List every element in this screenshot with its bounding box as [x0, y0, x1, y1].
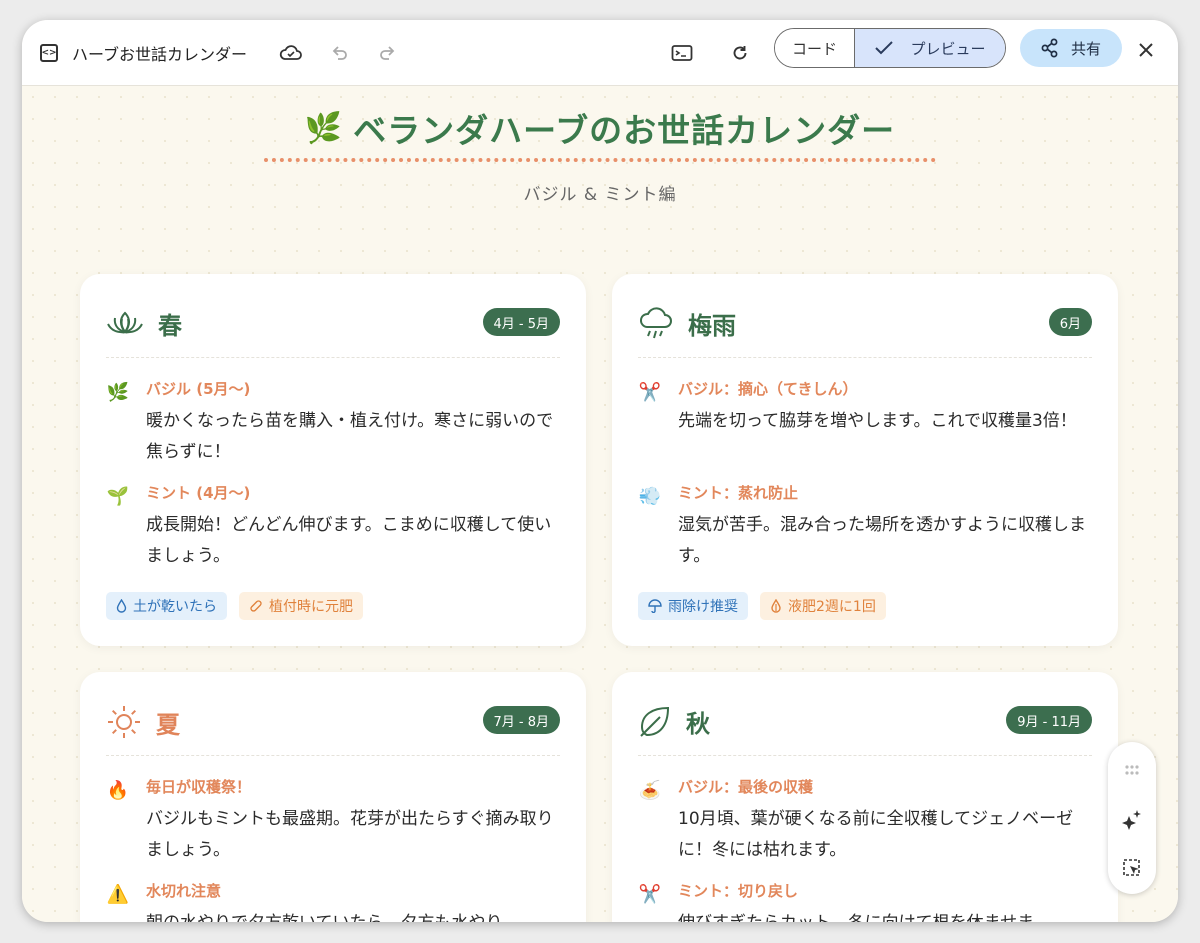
care-item: 🌿 バジル (5月〜) 暖かくなったら苗を購入・植え付け。寒さに弱いので焦らずに… — [106, 378, 560, 468]
care-item-text: 朝の水やりで夕方乾いていたら、夕方も水やり — [146, 908, 560, 922]
pasta-icon: 🍝 — [638, 780, 662, 801]
care-item: ✂️ バジル：摘心（てきしん） 先端を切って脇芽を増やします。これで収穫量3倍！ — [638, 378, 1092, 437]
wind-icon: 💨 — [638, 486, 662, 507]
period-badge: 6月 — [1048, 308, 1092, 336]
app-window: <> ハーブお世話カレンダー コード プレビュー 共有 🌿 ベランダハーブのお世… — [22, 20, 1178, 922]
umbrella-icon — [648, 599, 662, 613]
code-tab[interactable]: コード — [775, 29, 855, 67]
scissors-icon: ✂️ — [638, 382, 662, 403]
preview-area: 🌿 ベランダハーブのお世話カレンダー バジル & ミント編 春 4月 - 5月 … — [22, 86, 1178, 922]
card-header: 春 4月 - 5月 — [106, 274, 560, 358]
code-tab-label: コード — [791, 39, 837, 58]
tag: 液肥2週に1回 — [760, 592, 886, 620]
tag-list: 土が乾いたら 植付時に元肥 — [106, 592, 363, 620]
care-item-text: 湿気が苦手。混み合った場所を透かすように収穫します。 — [678, 515, 1086, 566]
period-badge: 7月 - 8月 — [482, 706, 560, 734]
care-item-text: 先端を切って脇芽を増やします。これで収穫量3倍！ — [678, 411, 1077, 431]
pill-icon — [250, 600, 262, 612]
fertilizer-drop-icon — [771, 599, 781, 613]
care-item-title: バジル：摘心（てきしん） — [678, 380, 858, 398]
terminal-icon[interactable] — [667, 38, 697, 68]
undo-icon[interactable] — [325, 38, 355, 68]
select-element-icon[interactable] — [1120, 856, 1144, 880]
tag-list: 雨除け推奨 液肥2週に1回 — [638, 592, 886, 620]
care-item-title: ミント：蒸れ防止 — [678, 484, 799, 502]
care-item-text: 成長開始！どんどん伸びます。こまめに収穫して使いましょう。 — [146, 515, 552, 566]
view-toggle: コード プレビュー — [774, 28, 1006, 68]
title-divider — [264, 158, 936, 162]
leaf-icon — [640, 706, 670, 737]
lotus-icon — [107, 311, 143, 334]
share-button[interactable]: 共有 — [1020, 29, 1122, 67]
card-header: 夏 7月 - 8月 — [106, 672, 560, 756]
care-item-text: バジルもミントも最盛期。花芽が出たらすぐ摘み取りましょう。 — [146, 809, 554, 860]
care-item: 💨 ミント：蒸れ防止 湿気が苦手。混み合った場所を透かすように収穫します。 — [638, 482, 1092, 572]
period-badge: 4月 - 5月 — [482, 308, 560, 336]
cloud-save-icon[interactable] — [276, 38, 306, 68]
rain-cloud-icon — [640, 306, 672, 338]
page-title: ベランダハーブのお世話カレンダー — [353, 111, 896, 150]
top-bar: <> ハーブお世話カレンダー コード プレビュー 共有 — [22, 20, 1178, 86]
tag-label: 土が乾いたら — [133, 599, 217, 615]
season-card-rainy: 梅雨 6月 ✂️ バジル：摘心（てきしん） 先端を切って脇芽を増やします。これで… — [612, 274, 1118, 646]
tag-label: 植付時に元肥 — [269, 599, 353, 615]
preview-tab-label: プレビュー — [910, 39, 986, 58]
care-item: 🍝 バジル：最後の収穫 10月頃、葉が硬くなる前に全収穫してジェノベーゼに！冬に… — [638, 776, 1092, 866]
herb-emoji-icon: 🌿 — [106, 382, 130, 403]
preview-tab[interactable]: プレビュー — [855, 29, 1005, 67]
refresh-icon[interactable] — [725, 38, 755, 68]
tag-label: 液肥2週に1回 — [788, 599, 876, 615]
drag-handle-icon[interactable] — [1120, 758, 1144, 782]
tag-label: 雨除け推奨 — [668, 599, 738, 615]
card-header: 秋 9月 - 11月 — [638, 672, 1092, 756]
care-item-title: ミント：切り戻し — [678, 882, 799, 900]
fire-icon: 🔥 — [106, 780, 130, 801]
care-item-title: ミント (4月〜) — [146, 484, 251, 502]
code-box-icon: <> — [40, 44, 58, 62]
care-item-title: バジル：最後の収穫 — [678, 778, 814, 796]
care-item-text: 暖かくなったら苗を購入・植え付け。寒さに弱いので焦らずに！ — [146, 411, 554, 462]
care-item-title: バジル (5月〜) — [146, 380, 251, 398]
care-item-text: 10月頃、葉が硬くなる前に全収穫してジェノベーゼに！冬には枯れます。 — [678, 809, 1074, 860]
tag: 植付時に元肥 — [239, 592, 363, 620]
tag: 雨除け推奨 — [638, 592, 748, 620]
card-header: 梅雨 6月 — [638, 274, 1092, 358]
droplet-icon — [116, 599, 127, 613]
page-header: 🌿 ベランダハーブのお世話カレンダー — [262, 104, 938, 152]
period-badge: 9月 - 11月 — [1006, 706, 1092, 734]
floating-toolbar — [1108, 742, 1156, 894]
care-item: 🔥 毎日が収穫祭！ バジルもミントも最盛期。花芽が出たらすぐ摘み取りましょう。 — [106, 776, 560, 866]
share-label: 共有 — [1070, 39, 1101, 58]
app-header: <> ハーブお世話カレンダー — [40, 20, 247, 86]
seedling-icon: 🌱 — [106, 486, 130, 507]
care-item-text: 伸びすぎたらカット。冬に向けて根を休ませま — [678, 908, 1092, 922]
care-item: ⚠️ 水切れ注意 朝の水やりで夕方乾いていたら、夕方も水やり — [106, 880, 560, 922]
tag: 土が乾いたら — [106, 592, 227, 620]
season-card-autumn: 秋 9月 - 11月 🍝 バジル：最後の収穫 10月頃、葉が硬くなる前に全収穫し… — [612, 672, 1118, 922]
page-subtitle: バジル & ミント編 — [523, 185, 677, 205]
care-item: 🌱 ミント (4月〜) 成長開始！どんどん伸びます。こまめに収穫して使いましょう… — [106, 482, 560, 572]
season-card-spring: 春 4月 - 5月 🌿 バジル (5月〜) 暖かくなったら苗を購入・植え付け。寒… — [80, 274, 586, 646]
redo-icon[interactable] — [372, 38, 402, 68]
app-title: ハーブお世話カレンダー — [72, 45, 248, 64]
season-name: 夏 — [156, 710, 180, 739]
care-item-title: 毎日が収穫祭！ — [146, 778, 252, 796]
check-icon — [875, 41, 894, 55]
scissors-icon: ✂️ — [638, 884, 662, 905]
season-card-summer: 夏 7月 - 8月 🔥 毎日が収穫祭！ バジルもミントも最盛期。花芽が出たらすぐ… — [80, 672, 586, 922]
warning-icon: ⚠️ — [106, 884, 130, 905]
season-name: 春 — [158, 312, 182, 340]
close-icon[interactable] — [1134, 38, 1158, 62]
care-item: ✂️ ミント：切り戻し 伸びすぎたらカット。冬に向けて根を休ませま — [638, 880, 1092, 922]
sparkle-edit-icon[interactable] — [1120, 808, 1144, 832]
season-name: 梅雨 — [688, 312, 736, 340]
care-item-title: 水切れ注意 — [146, 882, 222, 900]
herb-icon: 🌿 — [304, 110, 344, 146]
share-icon — [1041, 38, 1058, 58]
sun-icon — [108, 706, 140, 738]
season-name: 秋 — [686, 710, 710, 738]
